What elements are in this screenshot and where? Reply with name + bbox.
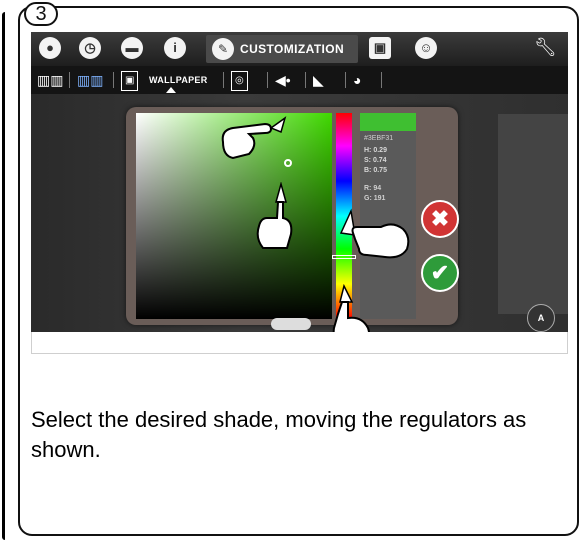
backdrop-shape <box>498 114 568 314</box>
hex-code: #3EBF31 <box>364 135 394 142</box>
brightness-value: B: 0.75 <box>364 167 387 174</box>
hue-value: H: 0.29 <box>364 147 387 154</box>
close-icon: ✖ <box>430 206 450 231</box>
divider <box>69 72 70 88</box>
cancel-button[interactable]: ✖ <box>421 200 459 238</box>
divider <box>345 72 346 88</box>
speaker-icon[interactable]: ◀• <box>275 71 291 89</box>
confirm-button[interactable]: ✔ <box>421 254 459 292</box>
info-icon[interactable]: i <box>164 37 186 59</box>
pointing-hand-icon <box>256 182 293 249</box>
device-sub-bar: ▥▥ ▥▥ ▣ WALLPAPER ◎ ◀• ◣ ◕ <box>31 66 568 95</box>
book-icon[interactable]: ▥▥ <box>37 71 63 89</box>
pointing-hand-icon <box>332 284 370 332</box>
wallpaper-icon[interactable]: ▣ <box>121 71 139 91</box>
device-top-bar: ● ◷ ▬ i ✎ CUSTOMIZATION ▣ ☺ 🔧︎ <box>31 32 568 66</box>
text-color-icon: A <box>537 313 545 323</box>
divider <box>223 72 224 88</box>
toggle-switch[interactable] <box>271 318 311 330</box>
screensaver-icon[interactable]: ◎ <box>231 71 248 91</box>
chat-icon[interactable]: ▬ <box>121 37 143 59</box>
pointing-hand-icon <box>221 116 287 160</box>
active-tab-caret <box>166 87 176 93</box>
saturation-value: S: 0.74 <box>364 157 387 164</box>
instruction-text: Select the desired shade, moving the reg… <box>31 407 527 462</box>
screenshot-frame-bottom <box>31 332 568 354</box>
divider <box>113 72 114 88</box>
user-icon[interactable]: ☺ <box>415 37 437 59</box>
text-color-button[interactable]: A <box>527 304 555 332</box>
pointing-hand-icon <box>339 208 410 259</box>
checkmark-icon: ✔ <box>430 260 450 285</box>
tab-customization-label: CUSTOMIZATION <box>240 42 345 56</box>
color-preview-swatch <box>360 113 416 131</box>
divider <box>267 72 268 88</box>
clock-icon[interactable]: ◷ <box>79 37 101 59</box>
boot-image-icon[interactable]: ◣ <box>313 71 324 89</box>
book-color-icon[interactable]: ▥▥ <box>77 71 103 89</box>
device-screenshot: ● ◷ ▬ i ✎ CUSTOMIZATION ▣ ☺ 🔧︎ ▥▥ ▥▥ ▣ W… <box>31 32 568 332</box>
divider <box>305 72 306 88</box>
tab-wallpaper-label[interactable]: WALLPAPER <box>149 75 208 85</box>
divider <box>381 72 382 88</box>
pencil-icon: ✎ <box>212 38 234 60</box>
page-left-rule <box>2 12 10 540</box>
tab-customization[interactable]: ✎ CUSTOMIZATION <box>206 35 358 63</box>
red-value: R: 94 <box>364 185 382 192</box>
wrench-icon[interactable]: 🔧︎ <box>534 37 557 58</box>
palette-icon[interactable]: ◕ <box>353 71 361 89</box>
drop-icon[interactable]: ● <box>39 37 61 59</box>
green-value: G: 191 <box>364 195 386 202</box>
monitor-icon[interactable]: ▣ <box>369 37 391 59</box>
step-number-badge: 3 <box>24 2 58 26</box>
